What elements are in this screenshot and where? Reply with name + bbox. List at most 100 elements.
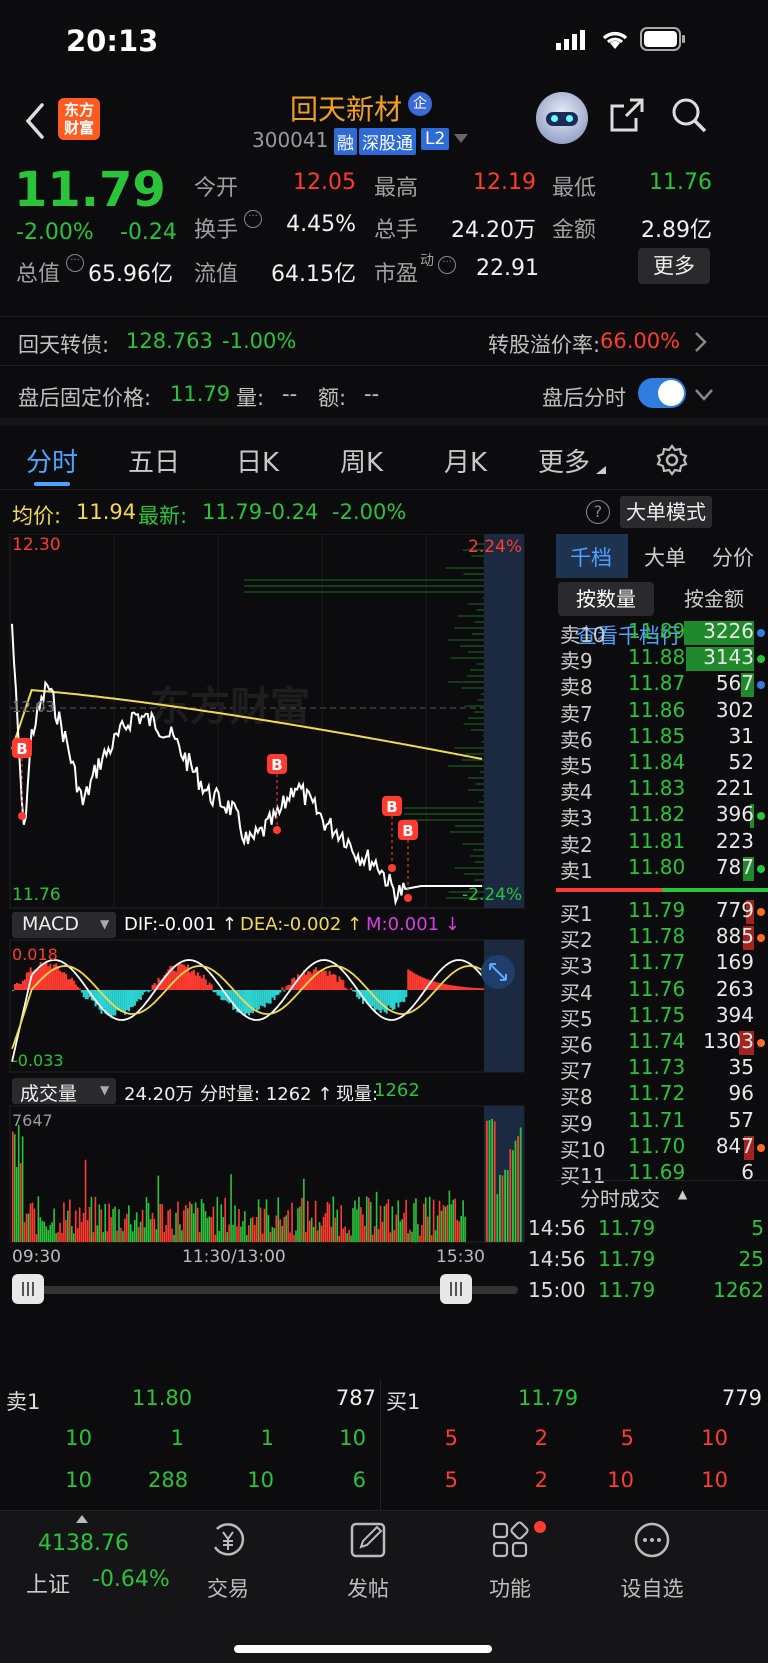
max-price-label: 12.30 [12, 535, 61, 555]
bid-row[interactable]: 买9 11.71 57 [556, 1108, 768, 1136]
macd-bar [23, 979, 26, 990]
volume-bar [149, 1219, 152, 1242]
tab-trade[interactable]: 交易 [178, 1519, 278, 1603]
volume-bar [171, 1228, 173, 1242]
index-value[interactable]: 4138.76 [38, 1531, 129, 1556]
ask-dot [757, 681, 765, 690]
volume-bar [78, 1207, 81, 1242]
cb-price: 128.763 [126, 329, 213, 353]
mktcap-info-icon[interactable]: ··· [66, 254, 84, 272]
help-icon[interactable]: ? [586, 500, 610, 524]
ask-row[interactable]: 卖10 11.89 3226 [556, 619, 768, 647]
volume-bar [190, 1204, 193, 1242]
back-icon[interactable] [24, 102, 46, 140]
volume-bar [360, 1207, 362, 1242]
turnover-info-icon[interactable]: ··· [244, 210, 262, 228]
index-name[interactable]: 上证 [26, 1567, 70, 1599]
ask-row[interactable]: 卖5 11.84 52 [556, 750, 768, 778]
stock-name[interactable]: 回天新材 [290, 88, 402, 128]
ticks-header[interactable]: 分时成交 ▲ [556, 1180, 768, 1212]
bid-row[interactable]: 买10 11.70 847 [556, 1134, 768, 1162]
macd-selector[interactable]: MACD ▼ [12, 912, 116, 938]
marker-point [18, 812, 26, 820]
bid-row[interactable]: 买7 11.73 35 [556, 1055, 768, 1083]
bq-ask-cell: 10 [247, 1468, 274, 1492]
volume-bar [135, 1212, 138, 1242]
book-tab-thousand[interactable]: 千档 [570, 542, 612, 572]
ask-row[interactable]: 卖2 11.81 223 [556, 829, 768, 857]
tick-vol: 25 [738, 1247, 764, 1271]
volume-bar [330, 1226, 333, 1242]
macd-bar [320, 969, 323, 990]
nav-bar: 东方 财富 回天新材 企 300041 融 深股通 L2 [0, 84, 768, 164]
mode-qty-button[interactable]: 按数量 [558, 582, 654, 616]
volume-bar [240, 1226, 242, 1242]
bid-row[interactable]: 买4 11.76 263 [556, 977, 768, 1005]
volume-bar [332, 1196, 335, 1242]
volume-bar [55, 1233, 57, 1242]
dropdown-icon[interactable] [454, 134, 468, 144]
bid-row[interactable]: 买5 11.75 394 [556, 1003, 768, 1031]
bid-row[interactable]: 买8 11.72 96 [556, 1081, 768, 1109]
macd-bar [210, 984, 213, 990]
volume-bar [143, 1227, 146, 1242]
bottom-quote: 卖1 11.80 787 买1 11.79 779 10 1 1 10 10 288 10 6… [0, 1380, 768, 1510]
macd-bar [407, 969, 410, 990]
index-pct[interactable]: -0.64% [92, 1567, 170, 1592]
macd-bar [208, 982, 211, 990]
macd-bar [330, 974, 333, 990]
buy-marker-label: B [16, 740, 27, 758]
ask-row[interactable]: 卖6 11.85 31 [556, 724, 768, 752]
volume-bars [12, 1118, 522, 1242]
volume-bar [104, 1204, 107, 1242]
chevron-down-icon[interactable] [694, 388, 714, 402]
volume-selector[interactable]: 成交量 ▼ [12, 1078, 116, 1105]
chart-area[interactable]: 东方财富 BBBB 12.30 11.76 12.03 2.24% -2.24%… [0, 534, 556, 1354]
search-icon[interactable] [670, 96, 708, 134]
afterhours-toggle[interactable] [638, 378, 686, 408]
bid-row[interactable]: 买6 11.74 1303 [556, 1029, 768, 1057]
cb-change: -1.00% [222, 329, 297, 353]
volume-bar [253, 1225, 256, 1242]
bid-row[interactable]: 买2 11.78 885 [556, 924, 768, 952]
big-order-mode-button[interactable]: 大单模式 [620, 496, 712, 528]
book-tab-bigorder[interactable]: 大单 [644, 542, 686, 572]
more-button[interactable]: 更多 [638, 248, 710, 284]
tab-monthly-k[interactable]: 月K [444, 442, 487, 479]
share-icon[interactable] [608, 96, 646, 134]
ask-row[interactable]: 卖4 11.83 221 [556, 776, 768, 804]
assistant-avatar-icon[interactable] [536, 92, 588, 144]
volume-bar [403, 1212, 405, 1242]
ask-volume: 52 [728, 750, 754, 774]
macd-bar [263, 990, 266, 1008]
macd-bar [118, 990, 121, 1012]
intraday-chart-svg[interactable]: 东方财富 BBBB 12.30 11.76 12.03 2.24% -2.24%… [0, 534, 556, 1354]
macd-bar [61, 972, 64, 990]
ask-row[interactable]: 卖3 11.82 396 [556, 802, 768, 830]
battery-icon [640, 27, 685, 51]
ask-row[interactable]: 卖1 11.80 787 [556, 855, 768, 883]
tab-intraday[interactable]: 分时 [26, 442, 78, 479]
mode-amt-button[interactable]: 按金额 [664, 582, 764, 616]
tab-more[interactable]: 更多 [538, 442, 590, 479]
tab-function[interactable]: 功能 [460, 1519, 560, 1603]
pe-info-icon[interactable]: ··· [438, 256, 456, 274]
tab-watchlist[interactable]: 设自选 [602, 1519, 702, 1603]
bid-row[interactable]: 买1 11.79 779 [556, 898, 768, 926]
volume-bar [399, 1221, 402, 1242]
volume-bar [112, 1208, 114, 1242]
macd-bar [214, 990, 217, 993]
settings-icon[interactable] [656, 444, 688, 476]
book-tab-byprice[interactable]: 分价 [712, 542, 754, 572]
ask-row[interactable]: 卖9 11.88 3143 [556, 645, 768, 673]
bid-row[interactable]: 买3 11.77 169 [556, 950, 768, 978]
ask-row[interactable]: 卖7 11.86 302 [556, 698, 768, 726]
tab-daily-k[interactable]: 日K [236, 442, 279, 479]
tab-five-day[interactable]: 五日 [128, 442, 180, 479]
amount-value: 2.89亿 [641, 218, 712, 243]
ask-row[interactable]: 卖8 11.87 567 [556, 671, 768, 699]
volume-bar [35, 1234, 38, 1242]
convertible-bond-row[interactable]: 回天转债: 128.763 -1.00% 转股溢价率: 66.00% [0, 316, 768, 366]
tab-weekly-k[interactable]: 周K [340, 442, 383, 479]
tab-post[interactable]: 发帖 [318, 1519, 418, 1603]
